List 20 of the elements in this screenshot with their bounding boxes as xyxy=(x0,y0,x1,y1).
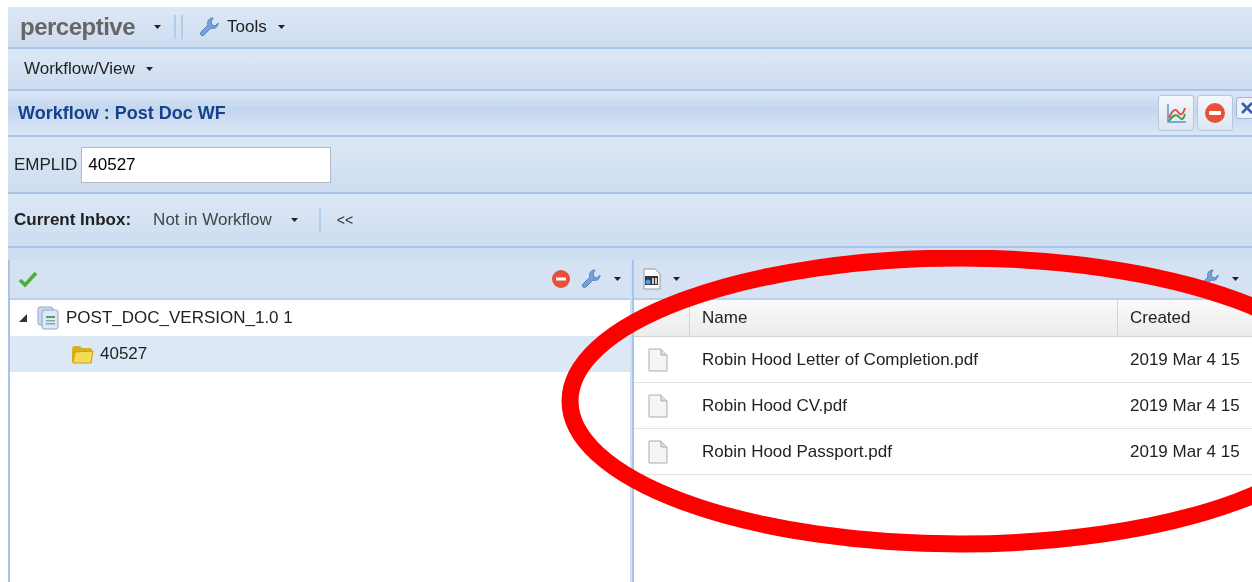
current-inbox-label: Current Inbox: xyxy=(14,210,132,230)
table-cell-text: 2019 Mar 4 15 xyxy=(1129,395,1241,416)
panel-title: Workflow : Post Doc WF xyxy=(18,102,226,124)
inbox-dropdown[interactable]: Not in Workflow xyxy=(149,208,303,232)
collapse-button[interactable]: << xyxy=(332,210,358,230)
logo-text: perceptive xyxy=(20,13,136,41)
column-header[interactable]: Created xyxy=(1130,308,1191,328)
tree-item[interactable]: POST_DOC_VERSION_1.0 1 xyxy=(10,300,630,336)
tree-item[interactable]: 40527 xyxy=(10,336,630,372)
table-cell-text: Robin Hood CV.pdf xyxy=(701,395,848,416)
tools-menu-button[interactable]: Tools xyxy=(195,14,290,40)
logo-menu[interactable]: perceptive xyxy=(20,13,163,41)
table-cell-text: Robin Hood Passport.pdf xyxy=(701,441,893,462)
workflow-view-menu-button[interactable]: Workflow/View xyxy=(20,57,158,81)
column-header[interactable]: Name xyxy=(690,300,1118,336)
emplid-label: EMPLID xyxy=(14,154,78,175)
emplid-field[interactable]: 40527 xyxy=(81,146,332,183)
table-cell-text: Robin Hood Letter of Completion.pdf xyxy=(701,349,979,370)
table-cell-text: 2019 Mar 4 15 xyxy=(1129,349,1241,370)
table-cell-text: 2019 Mar 4 15 xyxy=(1129,441,1241,462)
